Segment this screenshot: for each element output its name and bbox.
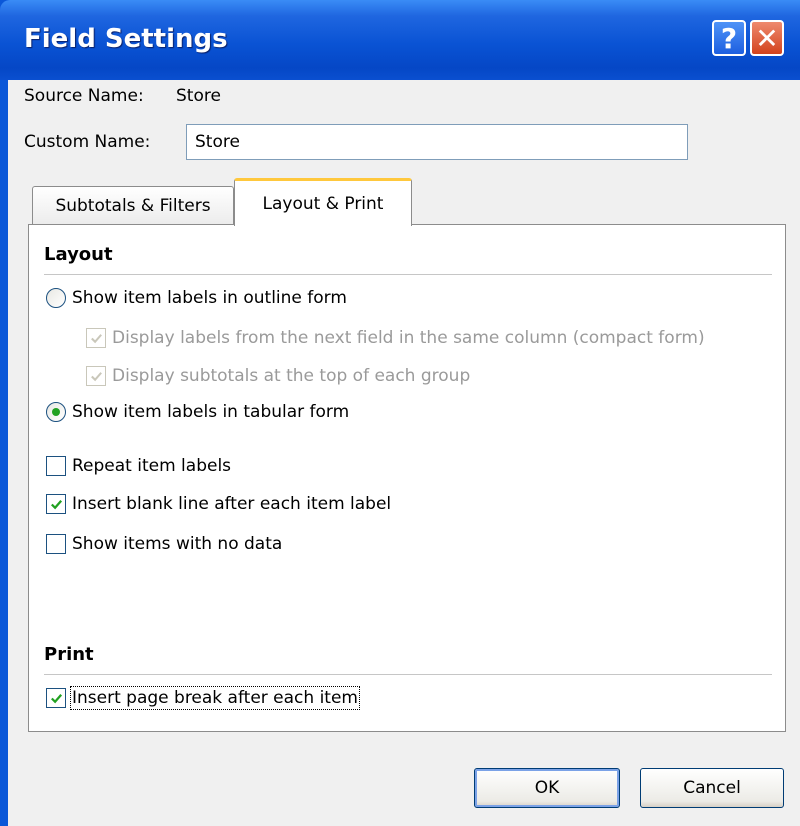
repeat-labels-option[interactable]: Repeat item labels xyxy=(46,456,231,476)
source-name-value: Store xyxy=(176,86,221,106)
ok-button[interactable]: OK xyxy=(474,768,620,808)
blank-line-label: Insert blank line after each item label xyxy=(72,494,392,514)
tab-subtotals-filters[interactable]: Subtotals & Filters xyxy=(32,186,234,224)
tabular-form-option[interactable]: Show item labels in tabular form xyxy=(46,402,349,422)
custom-name-label: Custom Name: xyxy=(24,132,151,152)
outline-form-radio[interactable] xyxy=(46,288,66,308)
blank-line-option[interactable]: Insert blank line after each item label xyxy=(46,494,391,514)
close-icon: ✕ xyxy=(755,21,779,55)
checkmark-icon xyxy=(50,693,62,703)
blank-line-checkbox[interactable] xyxy=(46,494,66,514)
help-icon: ? xyxy=(720,21,738,55)
outline-form-option[interactable]: Show item labels in outline form xyxy=(46,288,347,308)
page-break-option[interactable]: Insert page break after each item xyxy=(46,686,360,710)
no-data-label: Show items with no data xyxy=(72,534,283,554)
tabular-form-label: Show item labels in tabular form xyxy=(72,402,350,422)
help-button[interactable]: ? xyxy=(712,20,746,56)
tab-layout-print[interactable]: Layout & Print xyxy=(234,178,412,226)
dialog-title: Field Settings xyxy=(24,24,228,54)
custom-name-input[interactable]: Store xyxy=(186,124,688,160)
field-settings-dialog: Field Settings ? ✕ Source Name: Store Cu… xyxy=(0,0,800,826)
repeat-labels-checkbox[interactable] xyxy=(46,456,66,476)
page-break-checkbox[interactable] xyxy=(46,688,66,708)
page-break-label: Insert page break after each item xyxy=(70,686,360,710)
outline-form-label: Show item labels in outline form xyxy=(72,288,347,308)
tabular-form-radio[interactable] xyxy=(46,402,66,422)
no-data-option[interactable]: Show items with no data xyxy=(46,534,282,554)
repeat-labels-label: Repeat item labels xyxy=(72,456,232,476)
close-button[interactable]: ✕ xyxy=(750,20,784,56)
checkmark-icon xyxy=(50,499,62,509)
no-data-checkbox[interactable] xyxy=(46,534,66,554)
title-bar[interactable]: Field Settings ? ✕ xyxy=(0,0,800,80)
cancel-button[interactable]: Cancel xyxy=(640,768,784,808)
source-name-label: Source Name: xyxy=(24,86,144,106)
